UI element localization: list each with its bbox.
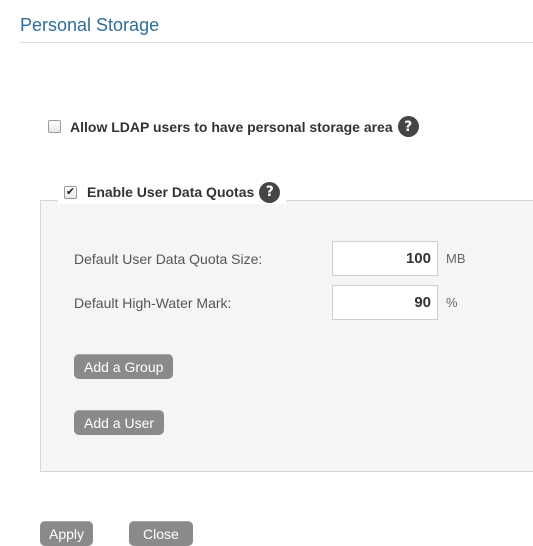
ldap-storage-option: Allow LDAP users to have personal storag… [48,116,419,137]
user-data-quotas-legend: ✔ Enable User Data Quotas ? [58,180,287,204]
high-water-mark-unit: % [446,295,458,310]
high-water-mark-label: Default High-Water Mark: [74,294,232,311]
close-button[interactable]: Close [129,521,193,546]
help-icon[interactable]: ? [397,116,419,137]
checkmark-icon: ✔ [65,185,76,198]
apply-button[interactable]: Apply [40,521,94,546]
enable-quotas-label: Enable User Data Quotas [87,184,255,200]
default-quota-size-row: Default User Data Quota Size: MB [74,241,466,276]
page-title: Personal Storage [20,15,160,35]
title-divider [20,42,533,43]
default-quota-size-label: Default User Data Quota Size: [74,250,263,267]
help-icon[interactable]: ? [259,181,281,203]
ldap-storage-label: Allow LDAP users to have personal storag… [70,118,393,135]
add-group-button[interactable]: Add a Group [74,354,174,379]
add-user-button[interactable]: Add a User [74,410,165,435]
high-water-mark-row: Default High-Water Mark: % [74,285,458,320]
enable-quotas-checkbox[interactable]: ✔ [64,185,77,199]
default-quota-size-unit: MB [446,251,466,266]
ldap-storage-checkbox[interactable] [48,120,61,133]
high-water-mark-input[interactable] [332,285,438,320]
default-quota-size-input[interactable] [332,241,438,276]
